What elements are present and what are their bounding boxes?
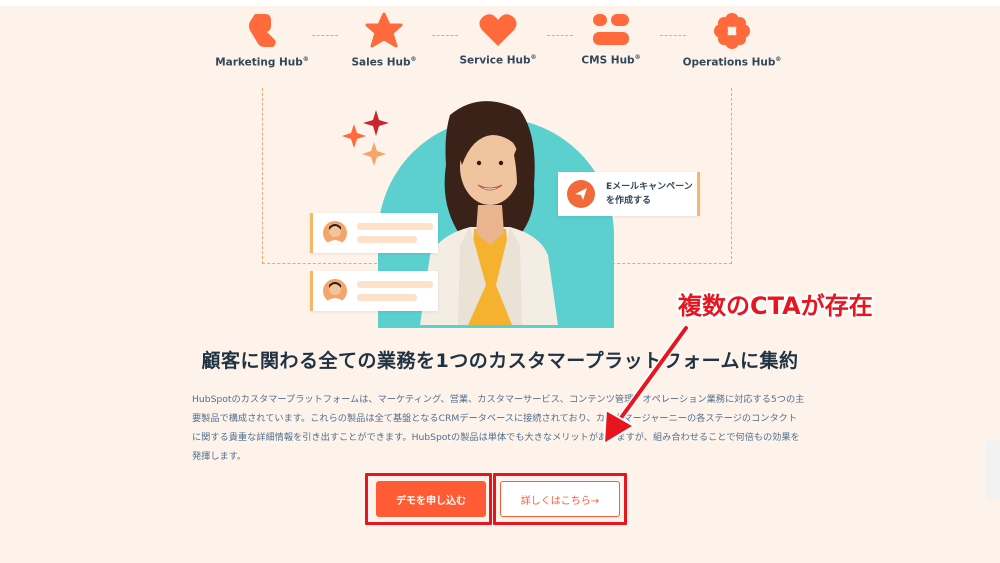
email-card-text: Eメールキャンペーンを作成する bbox=[606, 182, 693, 206]
hub-cms[interactable]: CMS Hub® bbox=[551, 12, 671, 67]
request-demo-button[interactable]: デモを申し込む bbox=[376, 481, 486, 517]
hub-label-marketing: Marketing Hub® bbox=[215, 56, 309, 69]
annotation-arrow-icon bbox=[602, 324, 690, 446]
contact-card bbox=[310, 213, 438, 253]
page: Marketing Hub® Sales Hub® Service Hub® C… bbox=[0, 0, 1000, 563]
contact-card bbox=[310, 271, 438, 311]
hub-label-cms: CMS Hub® bbox=[581, 54, 641, 67]
frame-line-bottom-left bbox=[262, 263, 382, 264]
learn-more-button[interactable]: 詳しくはこちら→ bbox=[500, 481, 620, 517]
hub-label-operations: Operations Hub® bbox=[682, 56, 782, 69]
sparkle-icon bbox=[342, 110, 389, 166]
cms-hub-icon bbox=[593, 14, 629, 45]
send-icon bbox=[567, 180, 595, 208]
hub-sales[interactable]: Sales Hub® bbox=[324, 12, 444, 69]
hub-marketing[interactable]: Marketing Hub® bbox=[202, 12, 322, 69]
hub-operations[interactable]: Operations Hub® bbox=[672, 12, 792, 69]
page-title: 顧客に関わる全ての業務を1つのカスタマープラットフォームに集約 bbox=[201, 350, 799, 372]
avatar bbox=[323, 279, 347, 303]
email-campaign-card: Eメールキャンペーンを作成する bbox=[558, 172, 700, 216]
operations-hub-icon bbox=[714, 13, 750, 49]
frame-line-left bbox=[262, 88, 263, 264]
sales-hub-icon bbox=[365, 12, 403, 48]
frame-line-bottom-right bbox=[612, 263, 732, 264]
hub-label-sales: Sales Hub® bbox=[351, 56, 417, 69]
hub-label-service: Service Hub® bbox=[459, 54, 537, 67]
top-strip bbox=[0, 0, 1000, 6]
intro-paragraph: HubSpotのカスタマープラットフォームは、マーケティング、営業、カスタマーサ… bbox=[192, 394, 805, 462]
annotation-label: 複数のCTAが存在 bbox=[678, 292, 873, 320]
marketing-hub-icon bbox=[249, 14, 276, 47]
scrollbar[interactable] bbox=[986, 440, 1000, 500]
avatar bbox=[323, 221, 347, 245]
frame-line-right bbox=[731, 88, 732, 264]
service-hub-icon bbox=[479, 14, 517, 46]
hub-service[interactable]: Service Hub® bbox=[438, 12, 558, 67]
